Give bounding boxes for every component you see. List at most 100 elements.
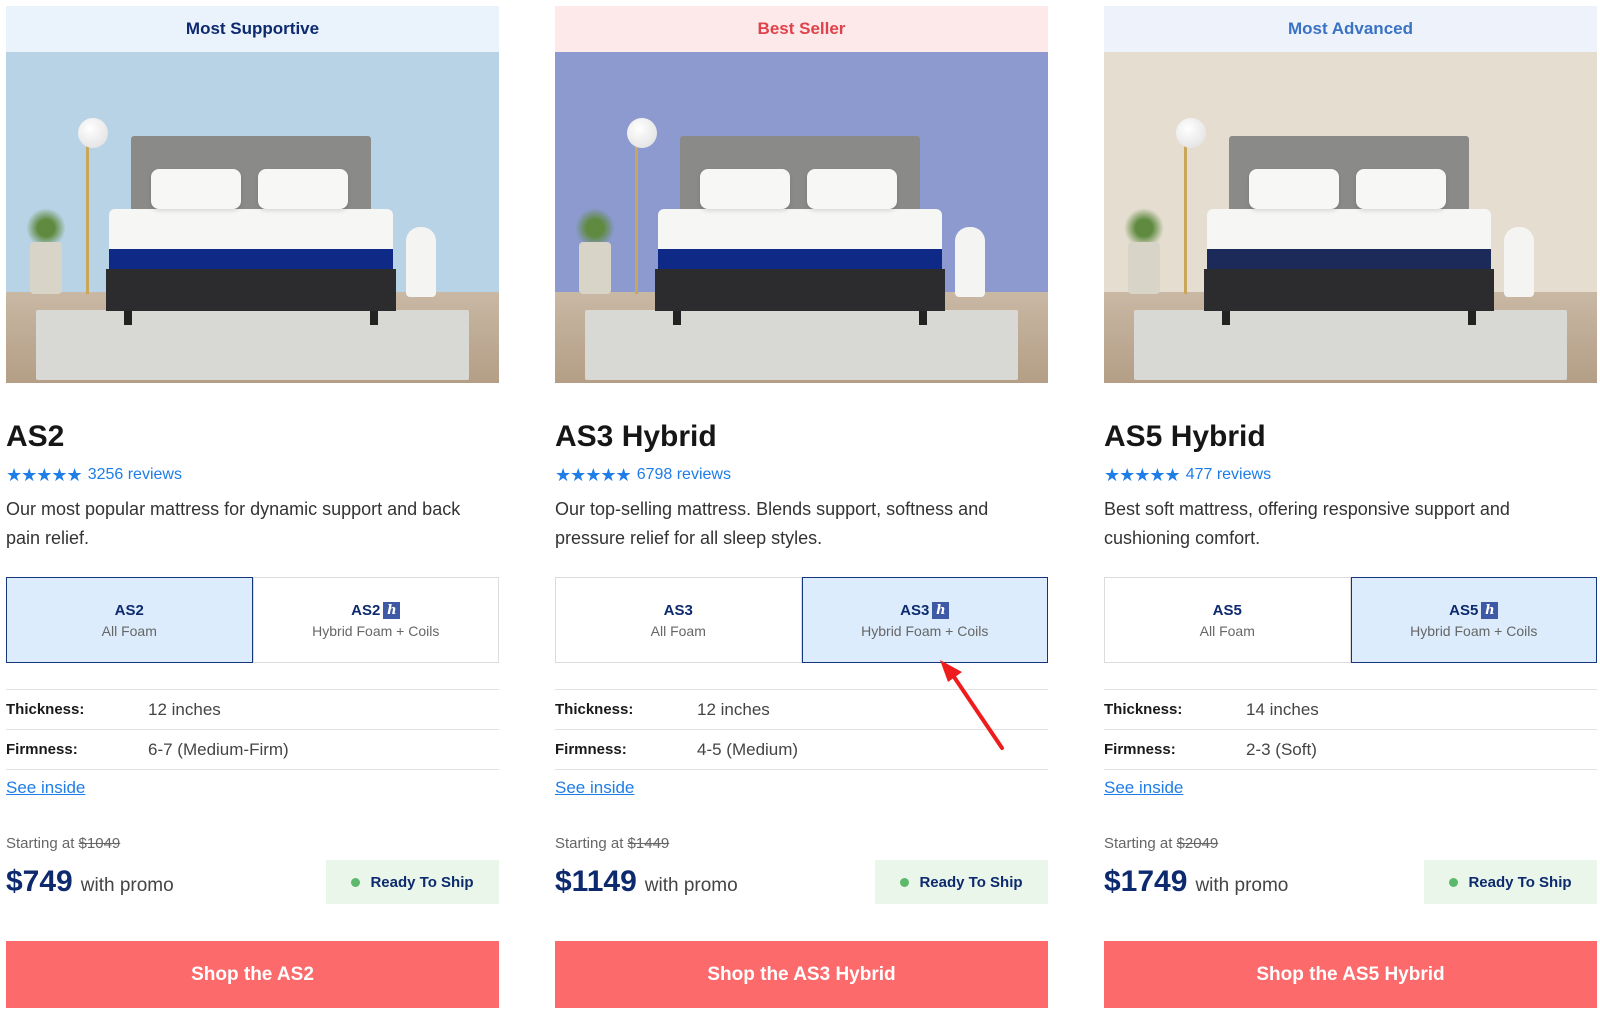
ship-label: Ready To Ship <box>919 873 1023 891</box>
product-card-as3-hybrid: Best Seller AS3 Hybrid ★★★★★ 6798 review… <box>555 6 1048 1008</box>
shop-button[interactable]: Shop the AS2 <box>6 941 499 1008</box>
pillow <box>1249 169 1339 209</box>
lamp-pole <box>86 144 89 294</box>
original-price: $2049 <box>1176 835 1219 852</box>
variant-option[interactable]: AS2 All Foam <box>6 577 253 663</box>
product-title[interactable]: AS3 Hybrid <box>555 418 1048 456</box>
product-title[interactable]: AS2 <box>6 418 499 456</box>
variant-option[interactable]: AS5 All Foam <box>1104 577 1351 663</box>
product-badge: Most Advanced <box>1104 6 1597 52</box>
variant-model: AS2 <box>351 601 381 619</box>
ship-label: Ready To Ship <box>370 873 474 891</box>
spec-table: Thickness: 12 inches Firmness: 6-7 (Medi… <box>6 689 499 770</box>
plant-pot <box>30 242 62 294</box>
product-rating[interactable]: ★★★★★ 3256 reviews <box>6 464 499 486</box>
price-row: $749 with promo Ready To Ship <box>6 860 499 904</box>
reviews-link[interactable]: 3256 reviews <box>88 466 182 484</box>
status-dot-icon <box>900 877 910 887</box>
starting-label: Starting at <box>1104 835 1173 852</box>
ready-to-ship-badge: Ready To Ship <box>1424 860 1597 904</box>
variant-model: AS2 <box>114 601 144 619</box>
variant-type: All Foam <box>101 622 157 639</box>
spec-row-thickness: Thickness: 14 inches <box>1104 690 1597 730</box>
bed-leg <box>919 311 927 325</box>
variant-name: AS3 <box>664 602 693 619</box>
plant-pot <box>1128 242 1160 294</box>
variant-type: Hybrid Foam + Coils <box>1410 622 1538 639</box>
starting-label: Starting at <box>6 835 75 852</box>
variant-selector: AS5 All Foam AS5 h Hybrid Foam + Coils <box>1104 577 1597 663</box>
ready-to-ship-badge: Ready To Ship <box>326 860 499 904</box>
sale-price: $1149 <box>555 865 637 898</box>
product-rating[interactable]: ★★★★★ 477 reviews <box>1104 464 1597 486</box>
starting-price: Starting at $1449 <box>555 835 1048 852</box>
sale-price: $749 <box>6 865 73 898</box>
variant-option[interactable]: AS3 All Foam <box>555 577 802 663</box>
lamp-icon <box>1176 118 1206 148</box>
reviews-link[interactable]: 6798 reviews <box>637 466 731 484</box>
product-photo[interactable] <box>1104 52 1597 383</box>
starting-price: Starting at $1049 <box>6 835 499 852</box>
variant-model: AS3 <box>900 601 930 619</box>
side-table <box>406 227 436 297</box>
spec-label: Firmness: <box>555 741 627 758</box>
bed-frame <box>1204 269 1494 311</box>
product-rating[interactable]: ★★★★★ 6798 reviews <box>555 464 1048 486</box>
bed-frame <box>655 269 945 311</box>
product-title[interactable]: AS5 Hybrid <box>1104 418 1597 456</box>
spec-value: 6-7 (Medium-Firm) <box>148 739 289 759</box>
status-dot-icon <box>1449 877 1459 887</box>
variant-name: AS2 h <box>351 601 401 619</box>
starting-price: Starting at $2049 <box>1104 835 1597 852</box>
annotation-arrow-icon <box>940 660 1004 750</box>
product-description: Our most popular mattress for dynamic su… <box>6 499 461 548</box>
bed-leg <box>1222 311 1230 325</box>
see-inside-link[interactable]: See inside <box>1104 778 1183 798</box>
ready-to-ship-badge: Ready To Ship <box>875 860 1048 904</box>
see-inside-link[interactable]: See inside <box>6 778 85 798</box>
product-photo[interactable] <box>6 52 499 383</box>
mattress-band <box>658 249 942 269</box>
promo-label: with promo <box>1195 875 1289 896</box>
bed-leg <box>1468 311 1476 325</box>
sale-price: $1749 <box>1104 865 1188 898</box>
price-block: $1149 with promo <box>555 865 738 899</box>
variant-type: Hybrid Foam + Coils <box>312 622 440 639</box>
shop-button[interactable]: Shop the AS3 Hybrid <box>555 941 1048 1008</box>
mattress <box>109 209 393 249</box>
mattress-band <box>109 249 393 269</box>
price-block: $749 with promo <box>6 865 174 899</box>
variant-name: AS2 <box>115 602 144 619</box>
variant-name: AS3 h <box>900 601 950 619</box>
star-rating-icon: ★★★★★ <box>6 464 83 485</box>
variant-option[interactable]: AS2 h Hybrid Foam + Coils <box>252 577 499 663</box>
spec-label: Thickness: <box>1104 701 1183 718</box>
product-badge: Most Supportive <box>6 6 499 52</box>
variant-model: AS3 <box>663 601 693 619</box>
variant-model: AS5 <box>1449 601 1479 619</box>
original-price: $1449 <box>627 835 670 852</box>
promo-label: with promo <box>80 875 174 896</box>
variant-option[interactable]: AS3 h Hybrid Foam + Coils <box>801 577 1048 663</box>
promo-label: with promo <box>644 875 738 896</box>
pillow <box>807 169 897 209</box>
product-description: Our top-selling mattress. Blends support… <box>555 499 989 548</box>
variant-option[interactable]: AS5 h Hybrid Foam + Coils <box>1350 577 1597 663</box>
spec-label: Thickness: <box>555 701 634 718</box>
product-description: Best soft mattress, offering responsive … <box>1104 499 1510 548</box>
lamp-icon <box>627 118 657 148</box>
bed-frame <box>106 269 396 311</box>
star-rating-icon: ★★★★★ <box>555 464 632 485</box>
pillow <box>258 169 348 209</box>
product-photo[interactable] <box>555 52 1048 383</box>
hybrid-icon: h <box>383 601 401 619</box>
shop-button[interactable]: Shop the AS5 Hybrid <box>1104 941 1597 1008</box>
starting-label: Starting at <box>555 835 624 852</box>
bed-leg <box>370 311 378 325</box>
spec-value: 12 inches <box>148 699 221 719</box>
pillow <box>151 169 241 209</box>
see-inside-link[interactable]: See inside <box>555 778 634 798</box>
spec-row-thickness: Thickness: 12 inches <box>6 690 499 730</box>
reviews-link[interactable]: 477 reviews <box>1186 466 1271 484</box>
price-row: $1149 with promo Ready To Ship <box>555 860 1048 904</box>
